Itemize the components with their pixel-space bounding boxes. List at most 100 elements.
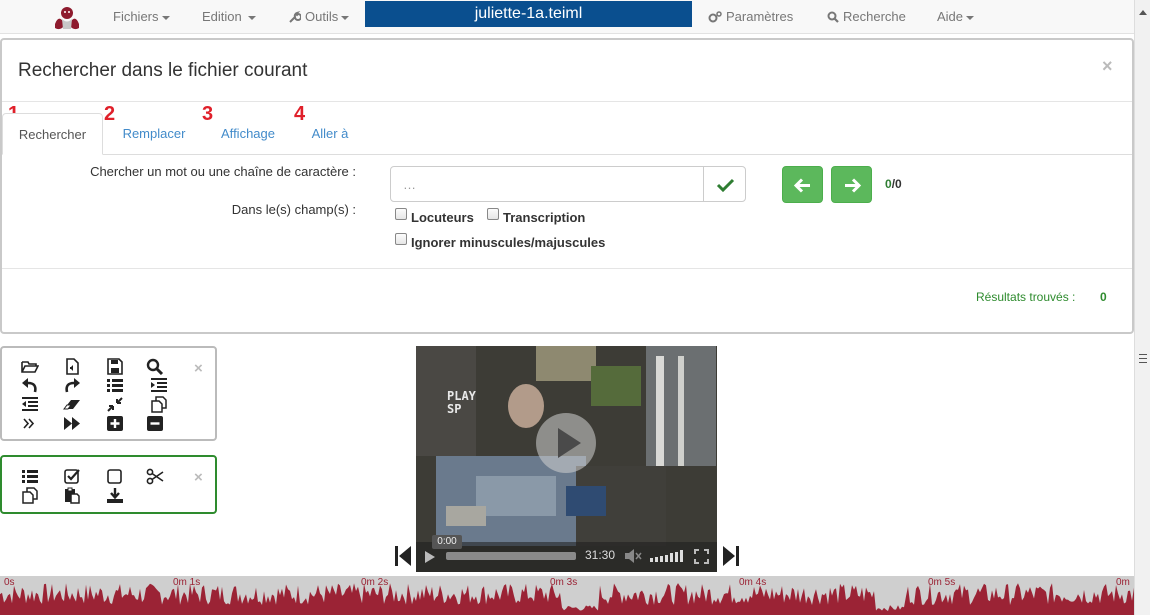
tab-rechercher[interactable]: Rechercher <box>2 113 103 155</box>
eraser-icon[interactable] <box>63 396 81 413</box>
scroll-thumb-grip-icon[interactable] <box>1139 354 1147 363</box>
search-input[interactable] <box>390 166 704 202</box>
list-icon[interactable] <box>21 468 39 485</box>
locuteurs-checkbox[interactable] <box>395 208 407 220</box>
video-duration: 31:30 <box>585 548 616 562</box>
top-navbar: Fichiers Edition Outils juliette-1a.teim… <box>0 0 1150 34</box>
minus-square-icon[interactable] <box>146 415 164 432</box>
skip-to-end-button[interactable] <box>722 544 740 568</box>
menu-aide-label: Aide <box>937 9 964 24</box>
caret-down-icon <box>966 15 975 20</box>
fields-label: Dans le(s) champ(s) : <box>231 202 356 217</box>
overlay-line-2: SP <box>447 402 462 416</box>
previous-match-button[interactable] <box>782 166 823 203</box>
results-label: Résultats trouvés : <box>976 290 1076 304</box>
dialog-close-button[interactable]: × <box>1102 56 1113 77</box>
menu-recherche-label: Recherche <box>843 9 906 24</box>
menu-parametres[interactable]: Paramètres <box>708 0 793 34</box>
tab-affichage[interactable]: Affichage <box>204 113 292 155</box>
menu-edition[interactable]: Edition <box>202 0 257 34</box>
waveform-tick: 0m 4s <box>739 577 767 588</box>
menu-outils-label: Outils <box>305 9 339 24</box>
download-icon[interactable] <box>106 487 124 504</box>
audio-file-icon[interactable] <box>63 358 81 375</box>
toolbar-close-button[interactable]: × <box>194 469 203 486</box>
search-icon <box>827 2 839 36</box>
next-match-button[interactable] <box>831 166 872 203</box>
checkbox-checked-icon[interactable] <box>63 468 81 485</box>
play-icon[interactable] <box>424 550 436 564</box>
copy-icon[interactable] <box>150 396 168 413</box>
search-submit-button[interactable] <box>703 166 746 202</box>
big-play-button[interactable] <box>536 413 596 473</box>
menu-aide[interactable]: Aide <box>937 0 975 34</box>
file-name-title: juliette-1a.teiml <box>365 1 692 27</box>
results-count: 0 <box>1100 290 1107 304</box>
menu-parametres-label: Paramètres <box>726 9 794 24</box>
transcription-checkbox-label: Transcription <box>503 210 586 225</box>
skip-to-start-button[interactable] <box>394 544 412 568</box>
scroll-up-arrow-icon[interactable] <box>1139 10 1147 15</box>
double-chevron-right-icon[interactable] <box>21 415 39 432</box>
caret-down-icon <box>161 15 170 20</box>
tab-aller-a[interactable]: Aller à <box>294 113 366 155</box>
copy-icon[interactable] <box>21 487 39 504</box>
waveform-tick: 0m 3s <box>550 577 578 588</box>
ignore-case-checkbox-label: Ignorer minuscules/majuscules <box>411 235 606 250</box>
checkbox-empty-icon[interactable] <box>106 468 124 485</box>
redo-icon[interactable] <box>63 377 81 394</box>
video-progress-bar[interactable] <box>446 552 576 560</box>
waveform-tick: 0m <box>1116 577 1130 588</box>
transcription-checkbox[interactable] <box>487 208 499 220</box>
paste-icon[interactable] <box>63 487 81 504</box>
search-icon[interactable] <box>146 358 164 375</box>
volume-slider-icon[interactable] <box>650 549 688 563</box>
current-time-tooltip: 0:00 <box>432 535 462 549</box>
fullscreen-icon[interactable] <box>694 549 709 564</box>
waveform-tick: 0m 1s <box>173 577 201 588</box>
menu-recherche[interactable]: Recherche <box>827 0 906 34</box>
cogs-icon <box>708 2 722 36</box>
menu-outils[interactable]: Outils <box>289 0 350 36</box>
locuteurs-checkbox-label: Locuteurs <box>411 210 474 225</box>
skip-forward-icon <box>723 546 739 566</box>
undo-icon[interactable] <box>21 377 39 394</box>
caret-down-icon <box>248 15 257 20</box>
check-icon <box>716 178 735 193</box>
indent-icon[interactable] <box>150 377 168 394</box>
volume-mute-icon[interactable] <box>624 548 642 564</box>
dialog-title: Rechercher dans le fichier courant <box>18 60 308 81</box>
skip-back-icon <box>395 546 411 566</box>
divider <box>2 268 1132 269</box>
outdent-icon[interactable] <box>21 396 39 413</box>
play-icon <box>558 428 581 458</box>
list-icon[interactable] <box>106 377 124 394</box>
save-icon[interactable] <box>106 358 124 375</box>
menu-fichiers[interactable]: Fichiers <box>113 0 170 34</box>
tabs-divider <box>2 154 1132 155</box>
ignore-case-checkbox[interactable] <box>395 233 407 245</box>
scissors-icon[interactable] <box>146 468 164 485</box>
toolbar-close-button[interactable]: × <box>194 360 203 377</box>
waveform-tick: 0s <box>4 577 15 588</box>
wrench-icon <box>289 2 302 36</box>
main-toolbar: × <box>0 346 217 441</box>
tab-remplacer[interactable]: Remplacer <box>104 113 204 155</box>
match-current: 0 <box>885 177 892 191</box>
selection-toolbar: × <box>0 455 217 514</box>
plus-square-icon[interactable] <box>106 415 124 432</box>
arrow-left-icon <box>793 178 810 193</box>
caret-down-icon <box>341 15 350 20</box>
match-total: /0 <box>891 177 902 191</box>
video-overlay-text: PLAY SP <box>447 390 476 416</box>
page-scrollbar[interactable] <box>1134 0 1150 615</box>
hands-logo-icon[interactable] <box>52 4 82 32</box>
search-field-label: Chercher un mot ou une chaîne de caractè… <box>90 164 356 179</box>
compress-icon[interactable] <box>106 396 124 413</box>
menu-fichiers-label: Fichiers <box>113 9 159 24</box>
waveform-tick: 0m 5s <box>928 577 956 588</box>
fast-forward-icon[interactable] <box>63 415 81 432</box>
folder-open-icon[interactable] <box>21 358 39 375</box>
match-counter: 0/0 <box>885 177 902 191</box>
divider <box>2 101 1132 102</box>
